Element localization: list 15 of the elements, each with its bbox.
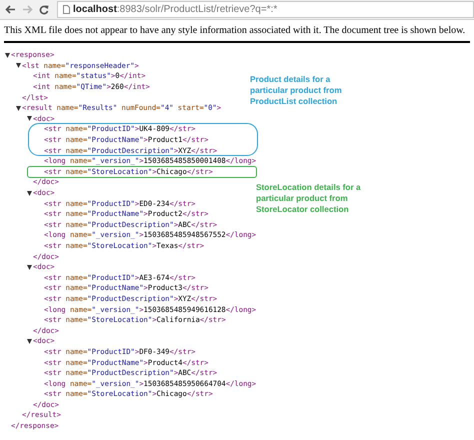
- expand-toggle[interactable]: [27, 190, 32, 196]
- reload-icon[interactable]: [39, 4, 49, 14]
- expand-toggle[interactable]: [27, 116, 32, 122]
- url-text: localhost:8983/solr/ProductList/retrieve?q=*:*: [73, 3, 278, 17]
- expand-toggle[interactable]: [27, 338, 32, 344]
- page-icon: [63, 5, 70, 14]
- back-icon[interactable]: [5, 5, 16, 14]
- expand-toggle[interactable]: [27, 264, 32, 270]
- address-bar[interactable]: localhost:8983/solr/ProductList/retrieve?q=*:*: [57, 1, 474, 18]
- expand-toggle[interactable]: [16, 63, 21, 68]
- expand-toggle[interactable]: [5, 52, 10, 58]
- expand-toggle[interactable]: [16, 106, 21, 111]
- xml-notice: This XML file does not appear to have any style information associated with it. The document tree is shown below.: [4, 25, 470, 43]
- annotation-note: StoreLocation details for a particular product from StoreLocator collection: [256, 182, 362, 215]
- annotation-note: Product details for a particular product from ProductList collection: [250, 74, 343, 107]
